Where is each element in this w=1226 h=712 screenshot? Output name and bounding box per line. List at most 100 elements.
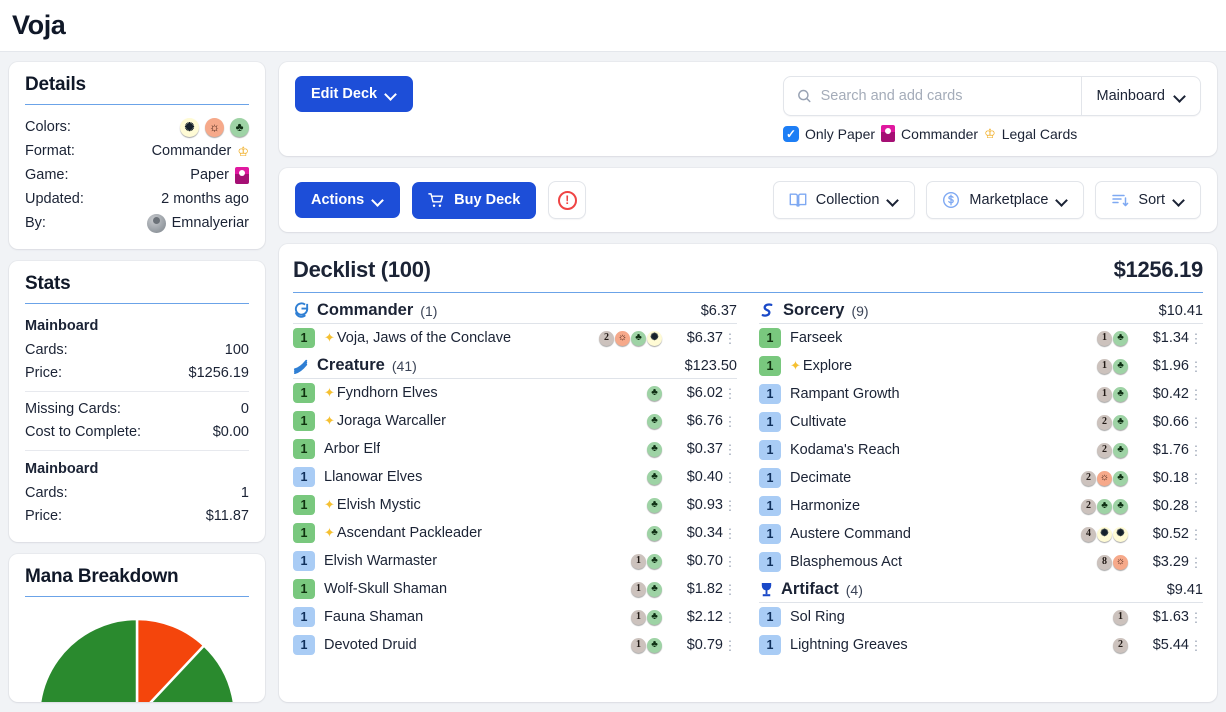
card-menu-icon[interactable]: ⋮	[723, 387, 737, 400]
card-name[interactable]: Kodama's Reach	[790, 442, 900, 458]
card-row[interactable]: 1 Kodama's Reach 2♣ $1.76 ⋮	[759, 436, 1203, 464]
card-quantity[interactable]: 1	[759, 635, 781, 655]
card-quantity[interactable]: 1	[293, 523, 315, 543]
card-name[interactable]: Explore	[803, 358, 852, 374]
board-select[interactable]: Mainboard	[1081, 77, 1200, 115]
card-quantity[interactable]: 1	[759, 607, 781, 627]
card-menu-icon[interactable]: ⋮	[1189, 472, 1203, 485]
card-menu-icon[interactable]: ⋮	[1189, 332, 1203, 345]
card-name[interactable]: Austere Command	[790, 526, 911, 542]
card-quantity[interactable]: 1	[759, 440, 781, 460]
card-row[interactable]: 1 ✦ Ascendant Packleader ♣ $0.34 ⋮	[293, 519, 737, 547]
card-row[interactable]: 1 Fauna Shaman 1♣ $2.12 ⋮	[293, 603, 737, 631]
card-row[interactable]: 1 ✦ Explore 1♣ $1.96 ⋮	[759, 352, 1203, 380]
card-name[interactable]: Lightning Greaves	[790, 637, 908, 653]
card-quantity[interactable]: 1	[293, 467, 315, 487]
sort-button[interactable]: Sort	[1095, 181, 1201, 219]
card-row[interactable]: 1 ✦ Elvish Mystic ♣ $0.93 ⋮	[293, 491, 737, 519]
card-menu-icon[interactable]: ⋮	[1189, 416, 1203, 429]
card-name[interactable]: Sol Ring	[790, 609, 845, 625]
card-menu-icon[interactable]: ⋮	[1189, 556, 1203, 569]
card-name[interactable]: Arbor Elf	[324, 441, 380, 457]
card-row[interactable]: 1 Decimate 2☼♣ $0.18 ⋮	[759, 464, 1203, 492]
actions-button[interactable]: Actions	[295, 182, 400, 218]
card-quantity[interactable]: 1	[293, 551, 315, 571]
card-row[interactable]: 1 Sol Ring 1 $1.63 ⋮	[759, 603, 1203, 631]
card-menu-icon[interactable]: ⋮	[1189, 388, 1203, 401]
card-menu-icon[interactable]: ⋮	[1189, 360, 1203, 373]
card-quantity[interactable]: 1	[759, 328, 781, 348]
card-quantity[interactable]: 1	[759, 552, 781, 572]
card-quantity[interactable]: 1	[293, 383, 315, 403]
card-menu-icon[interactable]: ⋮	[723, 611, 737, 624]
card-row[interactable]: 1 Austere Command 4✺✺ $0.52 ⋮	[759, 520, 1203, 548]
search-input[interactable]	[821, 88, 1069, 104]
card-quantity[interactable]: 1	[759, 356, 781, 376]
card-row[interactable]: 1 Arbor Elf ♣ $0.37 ⋮	[293, 435, 737, 463]
card-name[interactable]: Devoted Druid	[324, 637, 417, 653]
collection-button[interactable]: Collection	[773, 181, 916, 219]
card-name[interactable]: Elvish Mystic	[337, 497, 421, 513]
card-name[interactable]: Llanowar Elves	[324, 469, 422, 485]
card-quantity[interactable]: 1	[759, 496, 781, 516]
card-name[interactable]: Rampant Growth	[790, 386, 900, 402]
card-name[interactable]: Blasphemous Act	[790, 554, 902, 570]
author-name[interactable]: Emnalyeriar	[172, 211, 249, 235]
card-row[interactable]: 1 ✦ Fyndhorn Elves ♣ $6.02 ⋮	[293, 379, 737, 407]
card-row[interactable]: 1 Llanowar Elves ♣ $0.40 ⋮	[293, 463, 737, 491]
card-name[interactable]: Wolf-Skull Shaman	[324, 581, 447, 597]
card-name[interactable]: Joraga Warcaller	[337, 413, 446, 429]
card-row[interactable]: 1 Elvish Warmaster 1♣ $0.70 ⋮	[293, 547, 737, 575]
card-quantity[interactable]: 1	[293, 495, 315, 515]
card-menu-icon[interactable]: ⋮	[1189, 528, 1203, 541]
card-menu-icon[interactable]: ⋮	[723, 639, 737, 652]
card-menu-icon[interactable]: ⋮	[1189, 500, 1203, 513]
card-menu-icon[interactable]: ⋮	[723, 415, 737, 428]
edit-deck-button[interactable]: Edit Deck	[295, 76, 413, 112]
card-row[interactable]: 1 Devoted Druid 1♣ $0.79 ⋮	[293, 631, 737, 659]
card-name[interactable]: Elvish Warmaster	[324, 553, 437, 569]
card-name[interactable]: Ascendant Packleader	[337, 525, 482, 541]
card-quantity[interactable]: 1	[293, 328, 315, 348]
card-quantity[interactable]: 1	[759, 384, 781, 404]
by-value-group[interactable]: Emnalyeriar	[147, 211, 249, 235]
card-row[interactable]: 1 Blasphemous Act 8☼ $3.29 ⋮	[759, 548, 1203, 576]
card-menu-icon[interactable]: ⋮	[723, 583, 737, 596]
card-row[interactable]: 1 Rampant Growth 1♣ $0.42 ⋮	[759, 380, 1203, 408]
card-quantity[interactable]: 1	[293, 635, 315, 655]
card-name[interactable]: Harmonize	[790, 498, 860, 514]
card-name[interactable]: Voja, Jaws of the Conclave	[337, 330, 511, 346]
card-menu-icon[interactable]: ⋮	[723, 527, 737, 540]
card-menu-icon[interactable]: ⋮	[723, 332, 737, 345]
card-name[interactable]: Decimate	[790, 470, 851, 486]
card-quantity[interactable]: 1	[759, 468, 781, 488]
card-menu-icon[interactable]: ⋮	[723, 555, 737, 568]
card-quantity[interactable]: 1	[293, 439, 315, 459]
card-quantity[interactable]: 1	[759, 412, 781, 432]
card-name[interactable]: Farseek	[790, 330, 842, 346]
buy-deck-button[interactable]: Buy Deck	[412, 182, 536, 219]
card-menu-icon[interactable]: ⋮	[1189, 639, 1203, 652]
only-paper-checkbox[interactable]: ✓	[783, 126, 799, 142]
card-row[interactable]: 1 Cultivate 2♣ $0.66 ⋮	[759, 408, 1203, 436]
marketplace-button[interactable]: Marketplace	[926, 181, 1084, 219]
card-name[interactable]: Fyndhorn Elves	[337, 385, 438, 401]
card-quantity[interactable]: 1	[293, 607, 315, 627]
search-input-wrap[interactable]	[784, 77, 1081, 115]
card-menu-icon[interactable]: ⋮	[1189, 444, 1203, 457]
card-row[interactable]: 1 Farseek 1♣ $1.34 ⋮	[759, 324, 1203, 352]
card-row[interactable]: 1 Wolf-Skull Shaman 1♣ $1.82 ⋮	[293, 575, 737, 603]
card-row[interactable]: 1 Lightning Greaves 2 $5.44 ⋮	[759, 631, 1203, 659]
card-row[interactable]: 1 ✦ Voja, Jaws of the Conclave 2☼♣✺ $6.3…	[293, 324, 737, 352]
card-row[interactable]: 1 ✦ Joraga Warcaller ♣ $6.76 ⋮	[293, 407, 737, 435]
card-menu-icon[interactable]: ⋮	[1189, 611, 1203, 624]
card-row[interactable]: 1 Harmonize 2♣♣ $0.28 ⋮	[759, 492, 1203, 520]
card-name[interactable]: Cultivate	[790, 414, 846, 430]
card-quantity[interactable]: 1	[293, 411, 315, 431]
card-quantity[interactable]: 1	[293, 579, 315, 599]
card-menu-icon[interactable]: ⋮	[723, 499, 737, 512]
alert-circle-icon-button[interactable]: !	[548, 181, 586, 219]
card-name[interactable]: Fauna Shaman	[324, 609, 423, 625]
card-menu-icon[interactable]: ⋮	[723, 471, 737, 484]
card-quantity[interactable]: 1	[759, 524, 781, 544]
